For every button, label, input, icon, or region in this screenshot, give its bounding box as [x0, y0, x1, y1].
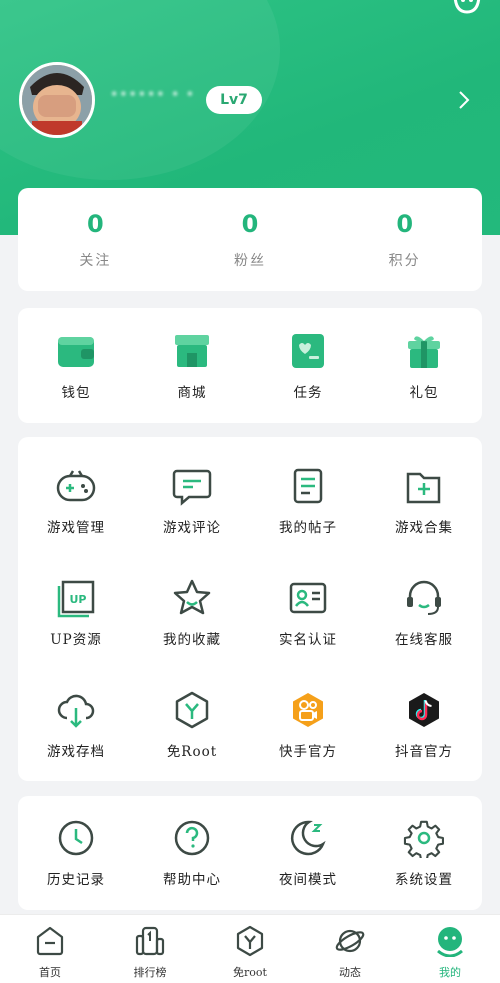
feature-label: 快手官方: [279, 744, 337, 760]
feature-kuaishou[interactable]: 快手官方: [250, 669, 366, 781]
feature-douyin[interactable]: 抖音官方: [366, 669, 482, 781]
level-badge: Lv7: [206, 86, 262, 114]
feature-label: 游戏合集: [395, 520, 453, 536]
stats-card: 0 关注 0 粉丝 0 积分: [18, 188, 482, 291]
comment-icon: [172, 469, 212, 506]
tab-ranking[interactable]: 排行榜: [100, 915, 200, 983]
quick-actions-card: 钱包 商城 任务 礼包: [18, 308, 482, 423]
tab-feed[interactable]: 动态: [300, 915, 400, 983]
shop-icon: [175, 334, 209, 367]
gear-icon: [403, 820, 444, 858]
profile-icon: [437, 927, 463, 957]
feature-my-favorites[interactable]: 我的收藏: [134, 557, 250, 669]
headset-icon: [407, 580, 441, 615]
feature-my-posts[interactable]: 我的帖子: [250, 445, 366, 557]
username: •••••• • •: [110, 87, 195, 103]
clock-icon: [58, 820, 94, 856]
feature-game-collection[interactable]: 游戏合集: [366, 445, 482, 557]
ranking-icon: [135, 926, 165, 956]
home-icon: [36, 926, 64, 956]
stat-followers[interactable]: 0 粉丝: [173, 188, 328, 291]
feature-label: 游戏评论: [163, 520, 221, 536]
gamepad-icon: [56, 470, 96, 502]
tool-night-mode[interactable]: 夜间模式: [250, 796, 366, 910]
stat-following[interactable]: 0 关注: [18, 188, 173, 291]
quick-action-shop[interactable]: 商城: [134, 308, 250, 423]
bottom-tab-bar: 首页 排行榜 免root 动态 我的: [0, 914, 500, 983]
svg-text:UP: UP: [70, 593, 87, 606]
quick-action-label: 任务: [293, 384, 323, 401]
star-icon: [173, 579, 211, 615]
gift-icon: [408, 335, 440, 368]
feature-game-comment[interactable]: 游戏评论: [134, 445, 250, 557]
tool-label: 夜间模式: [279, 872, 337, 888]
tab-me[interactable]: 我的: [400, 915, 500, 983]
tab-label: 我的: [439, 966, 461, 979]
feature-label: 游戏存档: [47, 744, 105, 760]
stat-label: 粉丝: [234, 253, 266, 269]
tab-no-root[interactable]: 免root: [200, 915, 300, 983]
feature-up-resource[interactable]: UP UP资源: [18, 557, 134, 669]
quick-action-wallet[interactable]: 钱包: [18, 308, 134, 423]
feature-game-saves[interactable]: 游戏存档: [18, 669, 134, 781]
quick-action-label: 商城: [177, 384, 207, 401]
tool-help-center[interactable]: 帮助中心: [134, 796, 250, 910]
up-resource-icon: UP: [57, 580, 95, 618]
stat-points[interactable]: 0 积分: [327, 188, 482, 291]
message-icon[interactable]: [452, 0, 482, 18]
no-root-icon: [236, 925, 264, 957]
tool-label: 历史记录: [47, 872, 105, 888]
tab-label: 动态: [339, 966, 361, 979]
stat-label: 关注: [79, 253, 112, 269]
stat-value: 0: [241, 210, 259, 238]
feature-customer-service[interactable]: 在线客服: [366, 557, 482, 669]
task-icon: [292, 333, 324, 368]
help-icon: [174, 820, 210, 856]
stat-value: 0: [396, 210, 414, 238]
quick-action-task[interactable]: 任务: [250, 308, 366, 423]
stat-value: 0: [86, 210, 104, 238]
tool-label: 帮助中心: [163, 872, 221, 888]
stat-label: 积分: [388, 253, 421, 269]
features-card: 游戏管理 游戏评论 我的帖子 游戏合集 UP UP资源 我的收藏 实名认证 在线…: [18, 437, 482, 781]
tool-history[interactable]: 历史记录: [18, 796, 134, 910]
moon-icon: [290, 820, 326, 856]
tab-label: 排行榜: [133, 966, 167, 979]
quick-action-gift[interactable]: 礼包: [366, 308, 482, 423]
chevron-right-icon[interactable]: [456, 90, 472, 110]
feature-label: UP资源: [50, 632, 102, 648]
no-root-icon: [175, 691, 209, 729]
feature-label: 在线客服: [395, 632, 453, 648]
feature-label: 抖音官方: [395, 744, 453, 760]
quick-action-label: 礼包: [409, 384, 439, 401]
feature-game-manage[interactable]: 游戏管理: [18, 445, 134, 557]
tool-label: 系统设置: [395, 872, 453, 888]
feature-real-name-auth[interactable]: 实名认证: [250, 557, 366, 669]
feature-label: 游戏管理: [47, 520, 105, 536]
tab-home[interactable]: 首页: [0, 915, 100, 983]
feature-label: 免Root: [166, 744, 218, 760]
posts-icon: [293, 468, 323, 504]
avatar[interactable]: [19, 62, 95, 138]
tab-label: 免root: [233, 966, 267, 979]
kuaishou-icon: [293, 693, 323, 727]
tab-label: 首页: [39, 966, 61, 979]
id-card-icon: [289, 582, 327, 614]
douyin-icon: [409, 693, 439, 727]
feature-label: 我的收藏: [163, 632, 221, 648]
tools-card: 历史记录 帮助中心 夜间模式 系统设置: [18, 796, 482, 910]
feature-label: 我的帖子: [279, 520, 337, 536]
planet-icon: [335, 929, 365, 953]
tool-system-settings[interactable]: 系统设置: [366, 796, 482, 910]
feature-label: 实名认证: [279, 632, 337, 648]
cloud-download-icon: [57, 694, 95, 728]
quick-action-label: 钱包: [61, 384, 91, 401]
wallet-icon: [58, 336, 94, 367]
feature-no-root[interactable]: 免Root: [134, 669, 250, 781]
collection-folder-icon: [406, 472, 441, 504]
